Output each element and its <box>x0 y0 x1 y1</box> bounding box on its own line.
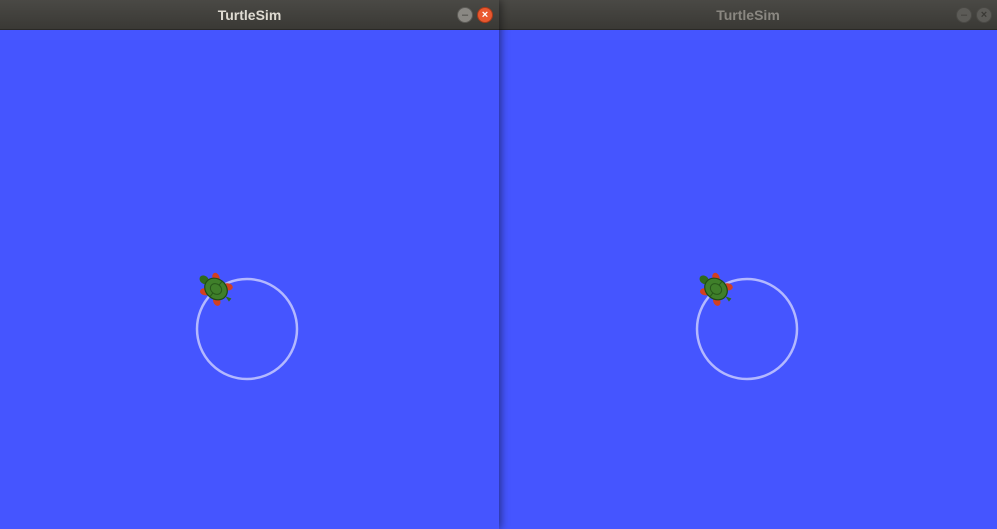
turtle-canvas <box>499 30 997 529</box>
minimize-button[interactable]: – <box>956 7 972 23</box>
canvas-drawing <box>195 272 299 381</box>
turtlesim-window-left: TurtleSim – × <box>0 0 499 529</box>
close-button[interactable]: × <box>976 7 992 23</box>
close-icon: × <box>481 8 489 21</box>
window-titlebar[interactable]: TurtleSim – × <box>499 0 997 30</box>
window-title: TurtleSim <box>716 7 780 23</box>
window-title: TurtleSim <box>217 7 282 23</box>
minimize-icon: – <box>960 8 968 21</box>
minimize-button[interactable]: – <box>457 7 473 23</box>
close-button[interactable]: × <box>477 7 493 23</box>
turtlesim-window-right: TurtleSim – × <box>499 0 997 529</box>
turtle-icon <box>699 272 733 306</box>
window-titlebar[interactable]: TurtleSim – × <box>0 0 499 30</box>
turtle-icon <box>199 272 233 306</box>
turtle-canvas <box>0 30 499 529</box>
close-icon: × <box>980 8 988 21</box>
canvas-drawing <box>695 272 799 381</box>
minimize-icon: – <box>461 8 469 21</box>
